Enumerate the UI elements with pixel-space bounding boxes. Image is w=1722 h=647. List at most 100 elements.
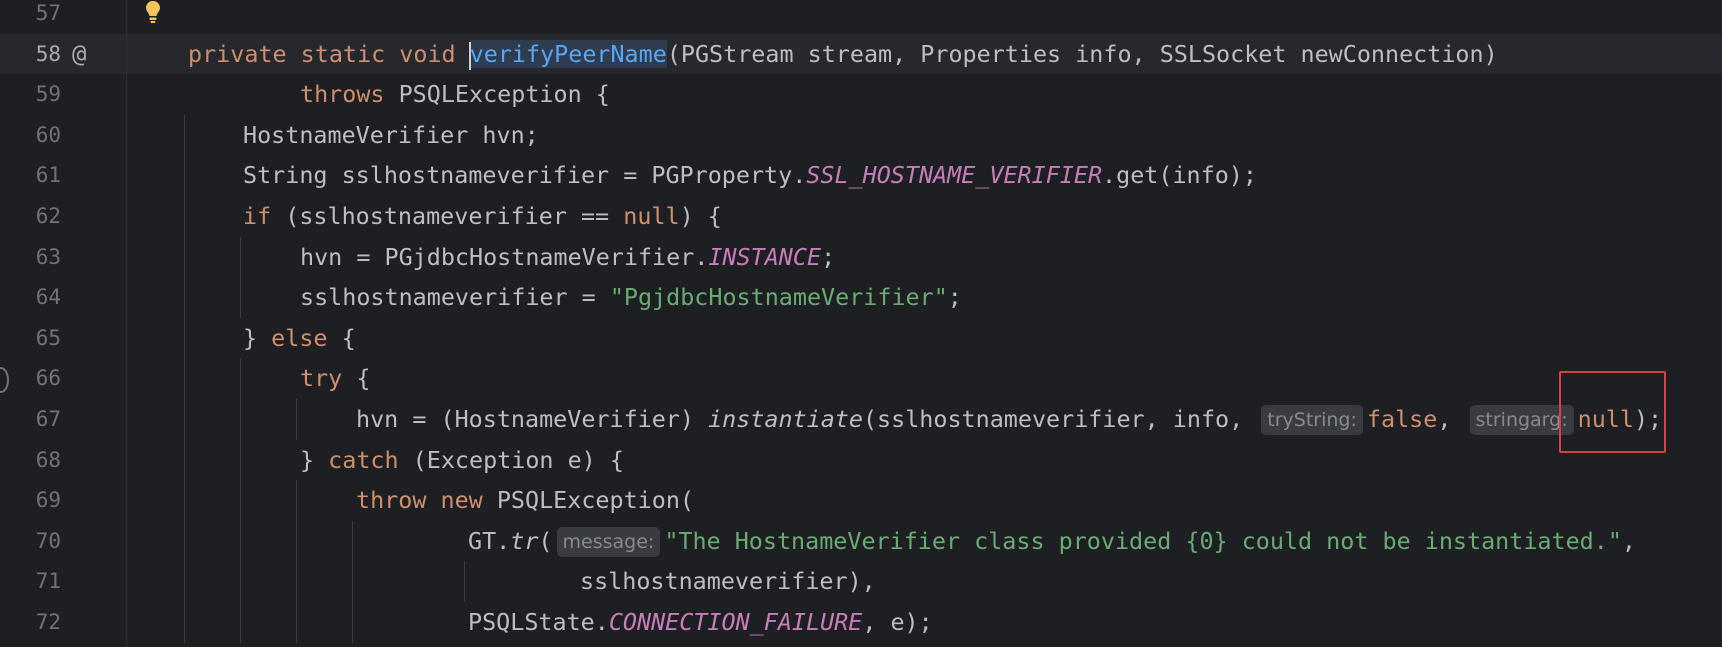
code-line-68[interactable]: } catch (Exception e) { [127, 440, 1722, 481]
text-caret [468, 41, 471, 70]
line-number: 60 [35, 122, 61, 147]
code-text[interactable]: } else { [243, 318, 356, 359]
line-number: 58 [35, 41, 61, 66]
gutter-line-66[interactable]: 66 [0, 358, 126, 399]
gutter-line-71[interactable]: 71 [0, 561, 126, 602]
code-token: { [341, 323, 356, 352]
override-marker-icon[interactable]: @ [72, 34, 86, 75]
code-line-65[interactable]: } else { [127, 318, 1722, 359]
gutter-line-62[interactable]: 62 [0, 196, 126, 237]
code-token: (PGStream stream, Properties info, SSLSo… [666, 39, 1498, 68]
code-line-64[interactable]: sslhostnameverifier = "PgjdbcHostnameVer… [127, 277, 1722, 318]
line-number: 71 [35, 569, 61, 594]
code-text[interactable]: PSQLState.CONNECTION_FAILURE, e); [468, 602, 933, 643]
parameter-hint: message: [556, 526, 661, 557]
code-token: hvn = (HostnameVerifier) [356, 405, 709, 433]
gutter-line-69[interactable]: 69 [0, 480, 126, 521]
code-token: HostnameVerifier hvn; [243, 120, 539, 149]
code-text[interactable]: HostnameVerifier hvn; [243, 115, 539, 156]
line-number-gutter[interactable]: 57 58 @59 60 61 62 63 64 65 66 67 68 69 70 71 72 [0, 0, 160, 647]
code-line-62[interactable]: if (sslhostnameverifier == null) { [127, 196, 1722, 237]
code-token: (Exception e) { [412, 445, 624, 474]
gutter-line-57[interactable]: 57 [0, 0, 126, 34]
code-token: "The HostnameVerifier class provided {0}… [664, 526, 1622, 555]
gutter-line-59[interactable]: 59 [0, 74, 126, 115]
gutter-line-70[interactable]: 70 [0, 521, 126, 562]
code-text[interactable]: String sslhostnameverifier = PGProperty.… [243, 155, 1257, 196]
gutter-line-67[interactable]: 67 [0, 399, 126, 440]
indent-guide [352, 520, 353, 643]
parameter-hint: stringarg: [1469, 405, 1574, 435]
indent-guide [240, 358, 241, 643]
code-text[interactable]: throws PSQLException { [300, 74, 610, 115]
gutter-line-63[interactable]: 63 [0, 237, 126, 278]
code-token: if [243, 202, 286, 230]
code-line-67[interactable]: hvn = (HostnameVerifier) instantiate(ssl… [127, 399, 1722, 440]
code-line-61[interactable]: String sslhostnameverifier = PGProperty.… [127, 155, 1722, 196]
line-number: 67 [35, 407, 61, 431]
line-number: 72 [35, 610, 61, 634]
code-text[interactable]: throw new PSQLException( [356, 480, 694, 521]
line-number: 59 [35, 82, 61, 107]
code-line-70[interactable]: GT.tr(message: "The HostnameVerifier clas… [127, 521, 1722, 562]
code-line-60[interactable]: HostnameVerifier hvn; [127, 115, 1722, 156]
gutter-line-64[interactable]: 64 [0, 277, 126, 318]
code-area[interactable]: private static void verifyPeerName (PGStr… [127, 0, 1722, 647]
code-token: false [1366, 405, 1438, 433]
gutter-line-61[interactable]: 61 [0, 155, 126, 196]
gutter-line-68[interactable]: 68 [0, 440, 126, 481]
line-number: 63 [35, 244, 61, 269]
code-token: sslhostnameverifier), [580, 567, 876, 596]
code-token: (sslhostnameverifier == [285, 202, 624, 230]
code-line-59[interactable]: throws PSQLException { [127, 74, 1722, 115]
code-text[interactable]: private static void verifyPeerName (PGStr… [188, 34, 1498, 75]
line-number: 62 [35, 204, 61, 228]
code-token: ; [947, 283, 962, 312]
code-token: tr [510, 526, 539, 555]
code-token: "PgjdbcHostnameVerifier" [609, 283, 948, 312]
code-token: sslhostnameverifier = [300, 283, 610, 312]
code-token: , [1621, 526, 1637, 555]
code-text[interactable]: if (sslhostnameverifier == null) { [243, 196, 722, 237]
code-text[interactable]: hvn = PGjdbcHostnameVerifier.INSTANCE; [300, 237, 835, 278]
code-text[interactable]: sslhostnameverifier), [580, 561, 876, 602]
code-line-69[interactable]: throw new PSQLException( [127, 480, 1722, 521]
line-number: 57 [35, 1, 61, 25]
indent-guide [240, 236, 241, 318]
line-number: 69 [35, 488, 61, 513]
code-line-66[interactable]: try { [127, 358, 1722, 399]
code-token: , [1437, 405, 1466, 433]
code-text[interactable]: GT.tr(message: "The HostnameVerifier clas… [468, 521, 1636, 562]
code-text[interactable]: try { [300, 358, 370, 399]
code-token: throw new [356, 486, 497, 515]
code-line-58[interactable]: private static void verifyPeerName (PGStr… [127, 33, 1722, 75]
code-token: INSTANCE [708, 242, 822, 271]
code-token: PSQLException( [496, 486, 694, 515]
indent-guide [184, 114, 185, 643]
code-token: CONNECTION_FAILURE [608, 608, 863, 636]
code-line-57[interactable] [127, 0, 1722, 34]
code-token: hvn = PGjdbcHostnameVerifier. [300, 242, 709, 271]
gutter-line-58[interactable]: 58 @ [0, 33, 126, 75]
code-line-63[interactable]: hvn = PGjdbcHostnameVerifier.INSTANCE; [127, 237, 1722, 278]
indent-guide [296, 480, 297, 643]
annotation-highlight-box [1559, 371, 1666, 453]
code-token: GT. [468, 526, 511, 555]
code-text[interactable]: hvn = (HostnameVerifier) instantiate(ssl… [356, 399, 1662, 440]
code-line-72[interactable]: PSQLState.CONNECTION_FAILURE, e); [127, 602, 1722, 643]
indent-guide [296, 399, 297, 440]
code-token: { [356, 364, 371, 393]
line-number: 64 [35, 285, 61, 310]
code-token: verifyPeerName [468, 39, 667, 70]
code-line-71[interactable]: sslhostnameverifier), [127, 561, 1722, 602]
code-text[interactable]: sslhostnameverifier = "PgjdbcHostnameVer… [300, 277, 962, 318]
gutter-line-72[interactable]: 72 [0, 602, 126, 643]
gutter-line-60[interactable]: 60 [0, 115, 126, 156]
code-editor[interactable]: 57 58 @59 60 61 62 63 64 65 66 67 68 69 70 71 72 privat… [0, 0, 1722, 647]
gutter-line-65[interactable]: 65 [0, 318, 126, 359]
code-token: private static void [188, 39, 470, 68]
code-token: String sslhostnameverifier = PGProperty. [243, 161, 807, 190]
code-text[interactable]: } catch (Exception e) { [300, 440, 624, 481]
line-number: 70 [35, 528, 61, 553]
code-token: PSQLState. [468, 608, 609, 636]
